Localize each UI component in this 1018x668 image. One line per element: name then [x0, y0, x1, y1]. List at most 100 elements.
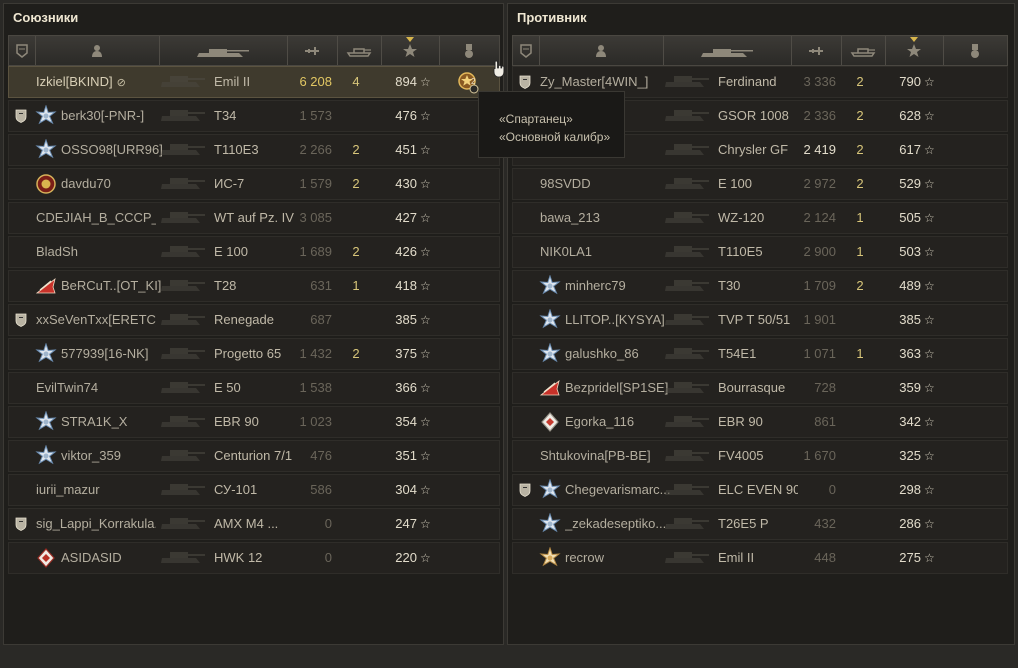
player-name-text: recrow	[565, 550, 605, 565]
player-row[interactable]: _zekadeseptiko... T26E5 P 432 286 ☆	[512, 508, 1008, 540]
battles-column-icon[interactable]	[287, 36, 338, 65]
rating-star-icon: ☆	[420, 415, 431, 429]
rating-star-icon: ☆	[924, 483, 935, 497]
tank-column-icon[interactable]	[663, 36, 792, 65]
player-name[interactable]: bawa_213	[540, 203, 660, 233]
battles-count: 3 085	[299, 210, 332, 225]
tank-silhouette-icon	[159, 271, 209, 301]
kills-count: 1	[352, 278, 360, 293]
medal-count: 2	[471, 77, 476, 86]
badge-slot	[516, 339, 534, 369]
badge-column-icon[interactable]	[9, 36, 36, 65]
rating-value: 426	[395, 244, 417, 259]
player-row[interactable]: Chegevarismarc... ELC EVEN 90 0 298 ☆	[512, 474, 1008, 506]
player-row[interactable]: viktor_359 Centurion 7/1 476 351 ☆	[8, 440, 500, 472]
player-name[interactable]: CDEJIAH_B_CCCP_...	[36, 203, 156, 233]
player-row[interactable]: sig_Lappi_Korrakula... AMX M4 ... 0 247 ☆	[8, 508, 500, 540]
kills-column-icon[interactable]	[337, 36, 382, 65]
player-row[interactable]: BeRCuT..[OT_KI] T28 631 1 418 ☆	[8, 270, 500, 302]
player-row[interactable]: STRA1K_X EBR 90 1 023 354 ☆	[8, 406, 500, 438]
player-row[interactable]: LLITOP..[KYSYA] TVP T 50/51 1 901 385 ☆	[512, 304, 1008, 336]
player-row[interactable]: EvilTwin74 E 50 1 538 366 ☆	[8, 372, 500, 404]
player-row[interactable]: 577939[16-NK] Progetto 65 1 432 2 375 ☆	[8, 338, 500, 370]
player-row[interactable]: galushko_86 T54E1 1 071 1 363 ☆	[512, 338, 1008, 370]
rating-column-icon[interactable]	[885, 36, 944, 65]
rating-value: 529	[899, 176, 921, 191]
tank-silhouette-icon	[663, 509, 713, 539]
player-row[interactable]: Shtukovina[PB-BE] FV4005 1 670 325 ☆	[512, 440, 1008, 472]
battles-count: 1 071	[803, 346, 836, 361]
player-row[interactable]: CDEJIAH_B_CCCP_... WT auf Pz. IV 3 085 427☆	[8, 202, 500, 234]
player-row[interactable]: recrow Emil II 448 275 ☆	[512, 542, 1008, 574]
badge-column-icon[interactable]	[513, 36, 540, 65]
player-name[interactable]: iurii_mazur	[36, 475, 156, 505]
player-name[interactable]: sig_Lappi_Korrakula...	[36, 509, 156, 539]
medal-column-icon[interactable]	[943, 36, 1007, 65]
player-name-text: iurii_mazur	[36, 482, 100, 497]
sort-indicator	[406, 37, 414, 42]
player-column-icon[interactable]	[539, 36, 664, 65]
player-row[interactable]: ASIDASID HWK 12 0 220 ☆	[8, 542, 500, 574]
battles-count: 432	[814, 516, 836, 531]
tank-silhouette-icon	[663, 305, 713, 335]
kills-count	[850, 305, 870, 335]
player-row[interactable]: BladSh E 100 1 689 2 426 ☆	[8, 236, 500, 268]
rating-star-icon: ☆	[924, 449, 935, 463]
rating-star-icon: ☆	[924, 177, 935, 191]
badge-slot	[12, 543, 30, 573]
player-row[interactable]: NIK0LA1 T110E5 2 900 1 503 ☆	[512, 236, 1008, 268]
player-row[interactable]: 98SVDD E 100 2 972 2 529 ☆	[512, 168, 1008, 200]
rating-value: 790	[899, 74, 921, 89]
player-row[interactable]: berk30[-PNR-] T34 1 573 476 ☆	[8, 100, 500, 132]
tank-name: ИС-7	[214, 176, 245, 191]
kills-column-icon[interactable]	[841, 36, 886, 65]
battles-column-icon[interactable]	[791, 36, 842, 65]
medal-column-icon[interactable]	[439, 36, 499, 65]
player-name-text: 98SVDD	[540, 176, 591, 191]
player-row[interactable]: Izkiel[BKIND] ⊘ Emil II 6 208 4 894 ☆ 2	[8, 66, 500, 98]
player-row[interactable]: bawa_213 WZ-120 2 124 1 505 ☆	[512, 202, 1008, 234]
tank-column-icon[interactable]	[159, 36, 288, 65]
rating-star-icon: ☆	[420, 449, 431, 463]
rating-value: 427	[395, 210, 417, 225]
player-name-text: 577939[16-NK]	[61, 346, 149, 361]
kills-count	[346, 305, 366, 335]
rating-star-icon: ☆	[420, 75, 431, 89]
kills-count: 2	[352, 176, 360, 191]
tank-name: E 100	[214, 244, 248, 259]
rating-star-icon: ☆	[924, 143, 935, 157]
player-row[interactable]: davdu70 ИС-7 1 579 2 430 ☆	[8, 168, 500, 200]
tank-name: T110E3	[214, 142, 259, 157]
rating-value: 385	[899, 312, 921, 327]
player-name[interactable]: BladSh	[36, 237, 156, 267]
player-name[interactable]: Izkiel[BKIND] ⊘	[36, 67, 156, 97]
player-row[interactable]: Egorka_116 EBR 90 861 342 ☆	[512, 406, 1008, 438]
player-name[interactable]: xxSeVenTxx[ERETC]	[36, 305, 156, 335]
battles-count: 3 336	[803, 74, 836, 89]
tooltip-line-2: «Основной калибр»	[499, 130, 611, 144]
tank-silhouette-icon	[159, 441, 209, 471]
player-name-text: OSSO98[URR96]	[61, 142, 163, 157]
battles-count: 586	[310, 482, 332, 497]
player-row[interactable]: minherc79 T30 1 709 2 489 ☆	[512, 270, 1008, 302]
kills-count	[850, 441, 870, 471]
rating-value: 503	[899, 244, 921, 259]
player-row[interactable]: xxSeVenTxx[ERETC] Renegade 687 385 ☆	[8, 304, 500, 336]
player-row[interactable]: iurii_mazur СУ-101 586 304 ☆	[8, 474, 500, 506]
rating-star-icon: ☆	[924, 517, 935, 531]
player-row[interactable]: Bezpridel[SP1SE] Bourrasque 728 359 ☆	[512, 372, 1008, 404]
kills-count: 2	[856, 278, 864, 293]
achievement-medal-icon[interactable]: 2	[456, 67, 480, 97]
rating-column-icon[interactable]	[381, 36, 440, 65]
silver-star-emblem-icon	[539, 509, 561, 539]
player-name[interactable]: NIK0LA1	[540, 237, 660, 267]
player-name-text: BeRCuT..[OT_KI]	[61, 278, 162, 293]
player-column-icon[interactable]	[35, 36, 160, 65]
tooltip-line-1: «Спартанец»	[499, 112, 573, 126]
player-name[interactable]: 98SVDD	[540, 169, 660, 199]
player-name[interactable]: Shtukovina[PB-BE]	[540, 441, 660, 471]
badge-slot	[516, 407, 534, 437]
player-row[interactable]: OSSO98[URR96] T110E3 2 266 2 451 ☆	[8, 134, 500, 166]
silver-star-emblem-icon	[35, 135, 57, 165]
player-name[interactable]: EvilTwin74	[36, 373, 156, 403]
